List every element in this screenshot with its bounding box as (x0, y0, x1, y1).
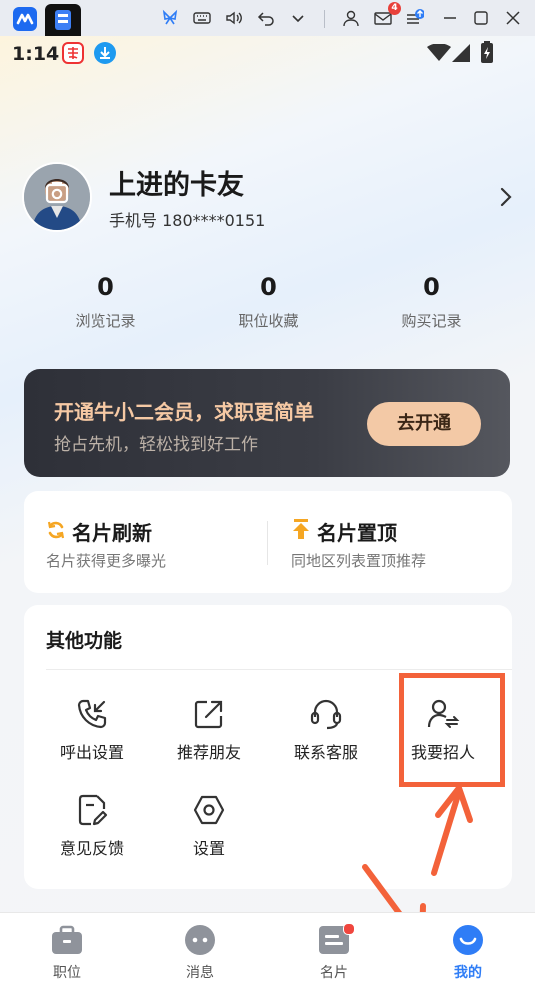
butterfly-icon[interactable] (161, 9, 179, 27)
nav-jobs[interactable]: 职位 (32, 924, 102, 982)
vip-subtitle: 抢占先机，轻松找到好工作 (54, 435, 258, 455)
download-icon (94, 42, 116, 64)
profile-phone: 手机号 180****0151 (109, 211, 266, 230)
stat-value: 0 (97, 273, 114, 301)
stat-value: 0 (260, 273, 277, 301)
wifi-icon (427, 44, 451, 61)
notification-dot (343, 923, 355, 935)
nav-label: 消息 (186, 965, 214, 981)
phone-call-icon (77, 699, 107, 729)
card-pin-title[interactable]: 名片置顶 (317, 517, 397, 546)
mail-badge: 4 (388, 2, 401, 15)
keyboard-icon[interactable] (193, 9, 211, 27)
card-refresh-title[interactable]: 名片刷新 (72, 517, 152, 546)
minimize-icon[interactable] (441, 9, 459, 27)
func-settings[interactable]: 设置 (154, 793, 264, 859)
briefcase-icon (52, 925, 82, 954)
stat-browse-history[interactable]: 0 浏览记录 (24, 272, 187, 331)
host-separator (324, 10, 325, 28)
stat-job-favorites[interactable]: 0 职位收藏 (187, 272, 350, 331)
pin-top-icon (293, 519, 309, 539)
gear-icon (193, 795, 225, 825)
smile-icon (453, 925, 483, 955)
divider (46, 669, 512, 670)
func-recommend-friend[interactable]: 推荐朋友 (154, 697, 264, 763)
user-icon[interactable] (342, 9, 360, 27)
func-label: 推荐朋友 (176, 743, 241, 762)
feedback-icon (78, 794, 108, 826)
func-feedback[interactable]: 意见反馈 (37, 793, 147, 859)
status-time: 1:14 (12, 43, 60, 65)
annotation-highlight-box (399, 673, 505, 787)
refresh-icon (47, 521, 65, 539)
bottom-nav: 职位 消息 名片 我的 (0, 912, 535, 988)
card-refresh-desc: 名片获得更多曝光 (46, 552, 167, 570)
chevron-down-icon[interactable] (289, 9, 307, 27)
func-label: 意见反馈 (59, 839, 124, 858)
card-tools: 名片刷新 名片获得更多曝光 名片置顶 同地区列表置顶推荐 (24, 491, 512, 593)
func-call-settings[interactable]: 呼出设置 (37, 697, 147, 763)
nav-card[interactable]: 名片 (299, 924, 369, 982)
stat-label: 浏览记录 (75, 312, 136, 330)
func-label: 设置 (192, 839, 225, 858)
signal-icon (452, 44, 470, 62)
share-icon (194, 700, 223, 729)
stat-label: 购买记录 (401, 312, 462, 330)
avatar[interactable] (24, 164, 90, 230)
maximize-icon[interactable] (472, 9, 490, 27)
host-window-bar: 4 (0, 0, 535, 36)
stat-label: 职位收藏 (238, 312, 299, 330)
battery-icon (481, 41, 493, 63)
func-label: 呼出设置 (59, 743, 124, 762)
tab-icon[interactable] (45, 4, 81, 36)
nav-label: 我的 (454, 965, 482, 981)
nav-messages[interactable]: 消息 (165, 924, 235, 982)
card-pin-desc: 同地区列表置顶推荐 (291, 552, 427, 570)
vip-title: 开通牛小二会员，求职更简单 (54, 400, 314, 424)
stat-purchase-history[interactable]: 0 购买记录 (350, 272, 513, 331)
chevron-right-icon[interactable] (498, 186, 514, 208)
section-title: 其他功能 (46, 630, 123, 652)
stat-value: 0 (423, 273, 440, 301)
profile-stats: 0 浏览记录 0 职位收藏 0 购买记录 (24, 272, 512, 342)
nav-label: 职位 (53, 965, 81, 981)
headset-icon (310, 699, 342, 730)
menu-update-icon[interactable] (406, 9, 424, 27)
func-customer-service[interactable]: 联系客服 (271, 697, 381, 763)
vip-open-button[interactable]: 去开通 (367, 402, 481, 446)
vertical-divider (267, 521, 268, 565)
nav-mine[interactable]: 我的 (433, 924, 503, 982)
app-notification-icon (62, 42, 84, 64)
func-label: 联系客服 (293, 743, 358, 762)
vip-banner[interactable]: 开通牛小二会员，求职更简单 抢占先机，轻松找到好工作 去开通 (24, 369, 510, 477)
close-icon[interactable] (504, 9, 522, 27)
nav-label: 名片 (320, 965, 348, 981)
profile-name[interactable]: 上进的卡友 (109, 163, 244, 202)
app-icon[interactable] (13, 7, 37, 31)
chat-icon (185, 925, 215, 955)
undo-icon[interactable] (257, 9, 275, 27)
volume-icon[interactable] (225, 9, 243, 27)
